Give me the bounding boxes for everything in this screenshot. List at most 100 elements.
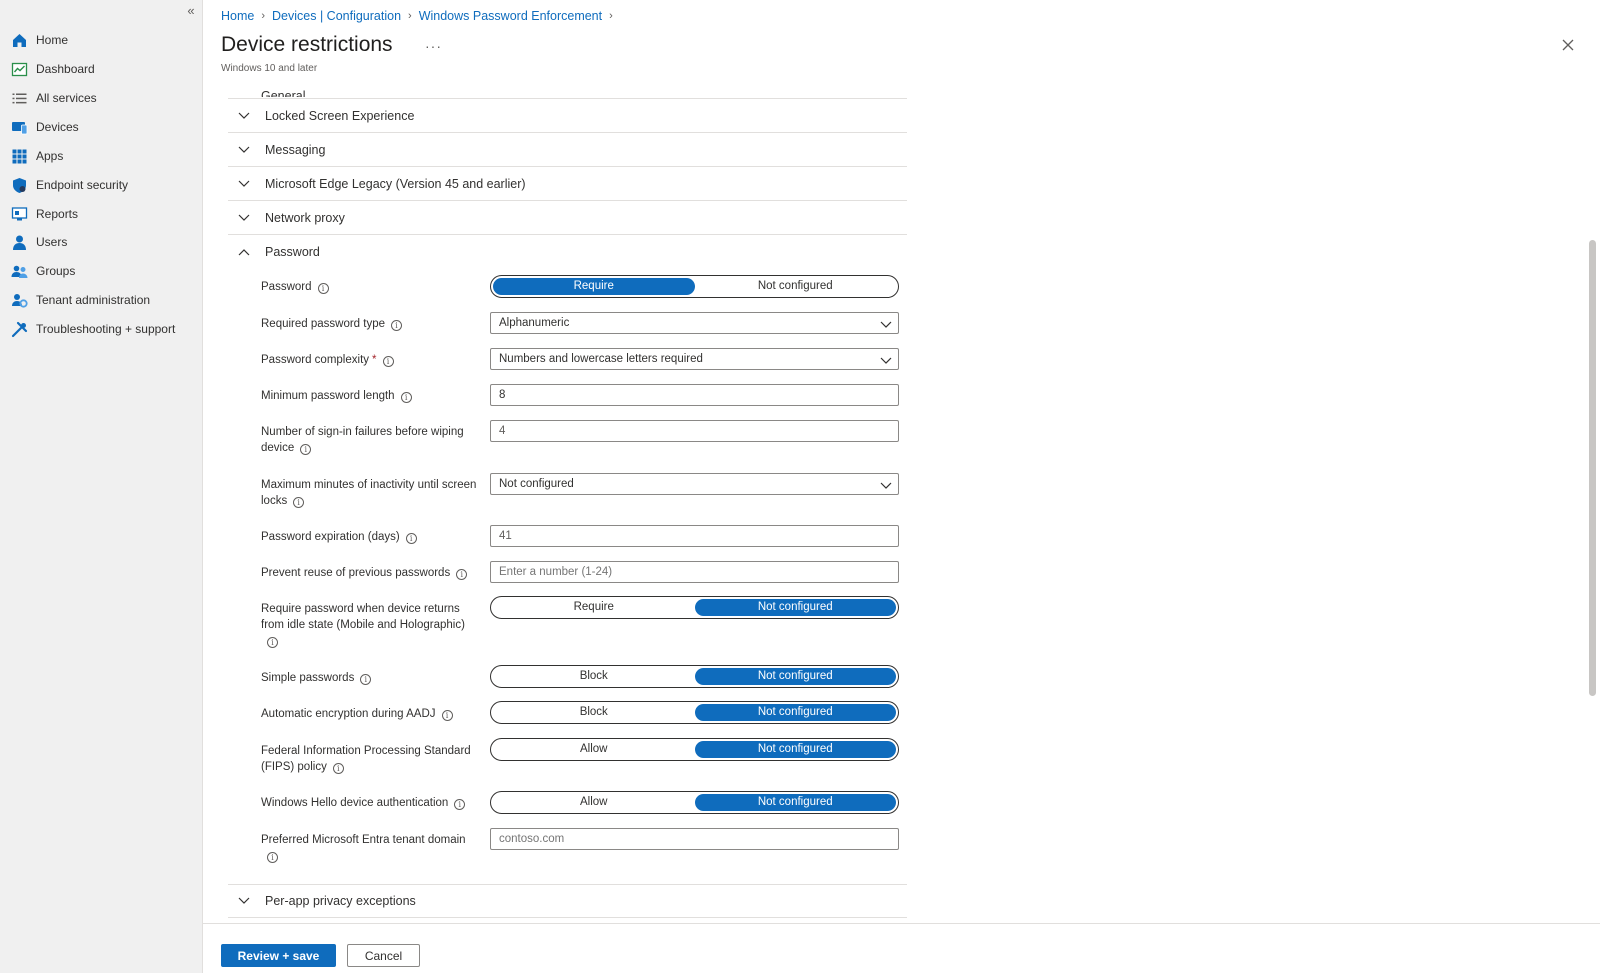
minimum-password-length-input[interactable]: 8 [490,384,899,406]
idle-return-toggle[interactable]: Require Not configured [490,596,899,619]
nav-item-apps[interactable]: Apps [0,142,203,170]
info-icon[interactable]: i [332,763,344,774]
wrench-icon [11,321,28,338]
nav-item-label: Troubleshooting + support [36,322,176,336]
toggle-option-not-configured[interactable]: Not configured [694,794,896,811]
section-label: Microsoft Edge Legacy (Version 45 and ea… [265,176,526,191]
nav-item-users[interactable]: Users [0,228,203,256]
toggle-option-require[interactable]: Require [493,278,695,295]
prevent-reuse-input[interactable] [490,561,899,583]
password-complexity-dropdown[interactable]: Numbers and lowercase letters required [490,348,899,370]
info-icon[interactable]: i [300,444,312,455]
nav-item-endpoint-security[interactable]: Endpoint security [0,171,203,199]
info-icon[interactable]: i [317,283,329,294]
nav-item-groups[interactable]: Groups [0,257,203,285]
section-label: Messaging [265,142,326,157]
password-setting-label: Password i [261,279,481,295]
close-icon[interactable] [1560,37,1576,53]
fips-policy-label: Federal Information Processing Standard … [261,745,471,774]
nav-item-troubleshooting-support[interactable]: Troubleshooting + support [0,315,203,343]
info-icon[interactable]: i [391,320,403,331]
dashboard-icon [11,61,28,78]
toggle-option-allow[interactable]: Allow [493,794,695,811]
idle-return-label: Require password when device returns fro… [261,603,465,648]
devices-icon [11,119,28,136]
breadcrumb-policy-link[interactable]: Windows Password Enforcement [419,9,602,23]
section-label: Network proxy [265,210,345,225]
auto-encryption-label: Automatic encryption during AADJ i [261,706,481,722]
signin-failures-label: Number of sign-in failures before wiping… [261,426,464,455]
toggle-option-allow[interactable]: Allow [493,741,695,758]
section-messaging[interactable]: Messaging [228,132,907,166]
info-icon[interactable]: i [441,710,453,721]
nav-item-label: Tenant administration [36,293,151,307]
collapse-nav-button[interactable]: « [184,4,198,18]
nav-item-reports[interactable]: Reports [0,200,203,228]
nav-item-home[interactable]: Home [0,26,203,54]
section-label: General [261,89,306,97]
list-icon [11,90,28,107]
section-edge-legacy[interactable]: Microsoft Edge Legacy (Version 45 and ea… [228,166,907,200]
info-icon[interactable]: i [400,392,412,403]
windows-hello-auth-label: Windows Hello device authentication i [261,795,481,811]
user-icon [11,234,28,251]
more-options-button[interactable]: ··· [425,38,442,54]
signin-failures-input[interactable]: 4 [490,420,899,442]
left-nav: « Home Dashboard All services Devices Ap… [0,0,203,973]
cancel-button[interactable]: Cancel [347,944,420,967]
home-icon [11,32,28,49]
toggle-option-not-configured[interactable]: Not configured [694,741,896,758]
prevent-reuse-label: Prevent reuse of previous passwords i [261,565,481,581]
toggle-option-not-configured[interactable]: Not configured [694,668,896,685]
section-general[interactable]: General [228,80,907,97]
section-network-proxy[interactable]: Network proxy [228,200,907,234]
chevron-down-icon [238,177,252,191]
review-save-button[interactable]: Review + save [221,944,336,967]
breadcrumb-home-link[interactable]: Home [221,9,254,23]
nav-item-label: Devices [36,120,79,134]
breadcrumb-devices-configuration-link[interactable]: Devices | Configuration [272,9,401,23]
password-expiration-input[interactable]: 41 [490,525,899,547]
info-icon[interactable]: i [293,497,305,508]
required-password-type-dropdown[interactable]: Alphanumeric [490,312,899,334]
section-locked-screen[interactable]: Locked Screen Experience [228,98,907,132]
toggle-option-block[interactable]: Block [493,668,695,685]
info-icon[interactable]: i [405,533,417,544]
simple-passwords-toggle[interactable]: Block Not configured [490,665,899,688]
windows-hello-auth-toggle[interactable]: Allow Not configured [490,791,899,814]
simple-passwords-label: Simple passwords i [261,670,481,686]
section-label: Password [265,244,320,259]
chevron-up-icon [238,245,252,259]
nav-item-dashboard[interactable]: Dashboard [0,55,203,83]
nav-item-label: Users [36,235,68,249]
auto-encryption-toggle[interactable]: Block Not configured [490,701,899,724]
password-expiration-label: Password expiration (days) i [261,529,481,545]
info-icon[interactable]: i [454,799,466,810]
toggle-option-not-configured[interactable]: Not configured [694,704,896,721]
toggle-option-block[interactable]: Block [493,704,695,721]
max-inactivity-dropdown[interactable]: Not configured [490,473,899,495]
toggle-option-not-configured[interactable]: Not configured [695,278,897,295]
info-icon[interactable]: i [382,356,394,367]
info-icon[interactable]: i [456,569,468,580]
nav-item-label: Dashboard [36,62,95,76]
info-icon[interactable]: i [267,637,278,648]
fips-policy-toggle[interactable]: Allow Not configured [490,738,899,761]
section-per-app-privacy[interactable]: Per-app privacy exceptions [228,884,907,918]
info-icon[interactable]: i [360,674,372,685]
section-label: Per-app privacy exceptions [265,894,416,908]
toggle-option-not-configured[interactable]: Not configured [694,599,896,616]
chevron-down-icon [880,353,892,365]
toggle-option-require[interactable]: Require [493,599,695,616]
nav-item-all-services[interactable]: All services [0,84,203,112]
required-password-type-label: Required password type i [261,316,481,332]
nav-item-tenant-administration[interactable]: Tenant administration [0,286,203,314]
entra-tenant-domain-input[interactable] [490,828,899,850]
max-inactivity-label: Maximum minutes of inactivity until scre… [261,479,477,508]
section-password[interactable]: Password [228,234,907,268]
info-icon[interactable]: i [267,852,278,863]
password-toggle[interactable]: Require Not configured [490,275,899,298]
vertical-scrollbar[interactable] [1589,240,1596,696]
nav-item-devices[interactable]: Devices [0,113,203,141]
section-label: Locked Screen Experience [265,108,415,123]
